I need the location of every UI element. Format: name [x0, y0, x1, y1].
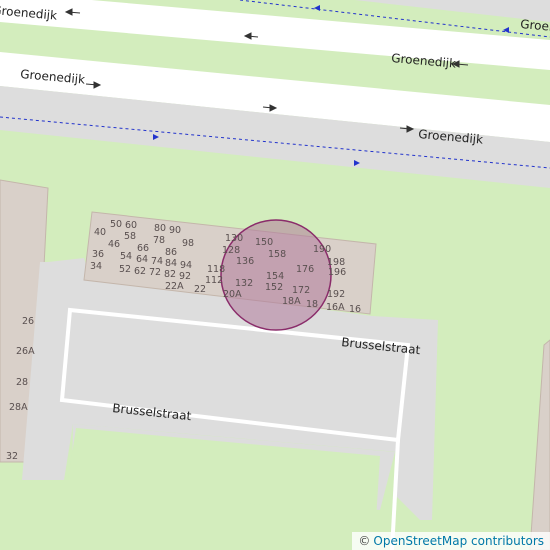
- house-number: 40: [94, 227, 106, 238]
- house-number: 86: [165, 247, 177, 258]
- map-canvas: Groenedijk Groenedijk Groenedijk Groened…: [0, 0, 550, 550]
- house-number: 64: [136, 254, 148, 265]
- osm-contributors-link[interactable]: OpenStreetMap contributors: [373, 534, 544, 548]
- house-number: 26: [22, 316, 34, 327]
- house-number: 196: [328, 267, 346, 278]
- house-number: 94: [180, 260, 192, 271]
- map-attribution: © OpenStreetMap contributors: [352, 532, 550, 550]
- house-number: 34: [90, 261, 102, 272]
- house-number: 192: [327, 289, 345, 300]
- house-number: 118: [207, 264, 225, 275]
- house-number: 16A: [326, 302, 345, 313]
- house-number: 158: [268, 249, 286, 260]
- house-number: 152: [265, 282, 283, 293]
- house-number: 128: [222, 245, 240, 256]
- house-number: 172: [292, 285, 310, 296]
- house-number: 36: [92, 249, 104, 260]
- house-number: 190: [313, 244, 331, 255]
- house-number: 18: [306, 299, 318, 310]
- house-number: 60: [125, 220, 137, 231]
- house-number: 58: [124, 231, 136, 242]
- house-number: 84: [165, 258, 177, 269]
- house-number: 28: [16, 377, 28, 388]
- house-number: 90: [169, 225, 181, 236]
- house-number: 82: [164, 269, 176, 280]
- house-number: 136: [236, 256, 254, 267]
- map-view[interactable]: Groenedijk Groenedijk Groenedijk Groened…: [0, 0, 550, 550]
- house-number: 18A: [282, 296, 301, 307]
- house-number: 66: [137, 243, 149, 254]
- house-number: 154: [266, 271, 284, 282]
- house-number: 52: [119, 264, 131, 275]
- house-number: 132: [235, 278, 253, 289]
- house-number: 62: [134, 266, 146, 277]
- house-number: 98: [182, 238, 194, 249]
- house-number: 50: [110, 219, 122, 230]
- house-number: 150: [255, 237, 273, 248]
- house-number: 112: [205, 275, 223, 286]
- house-number: 80: [154, 223, 166, 234]
- house-number: 54: [120, 251, 132, 262]
- house-number: 176: [296, 264, 314, 275]
- house-number: 72: [149, 267, 161, 278]
- house-number: 16: [349, 304, 361, 315]
- house-number: 74: [151, 256, 163, 267]
- house-number: 20A: [223, 289, 242, 300]
- house-number: 22A: [165, 281, 184, 292]
- copyright-symbol: ©: [358, 534, 371, 548]
- house-number: 46: [108, 239, 120, 250]
- house-number: 28A: [9, 402, 28, 413]
- house-number: 130: [225, 233, 243, 244]
- house-number: 26A: [16, 346, 35, 357]
- house-number: 32: [6, 451, 18, 462]
- house-number: 78: [153, 235, 165, 246]
